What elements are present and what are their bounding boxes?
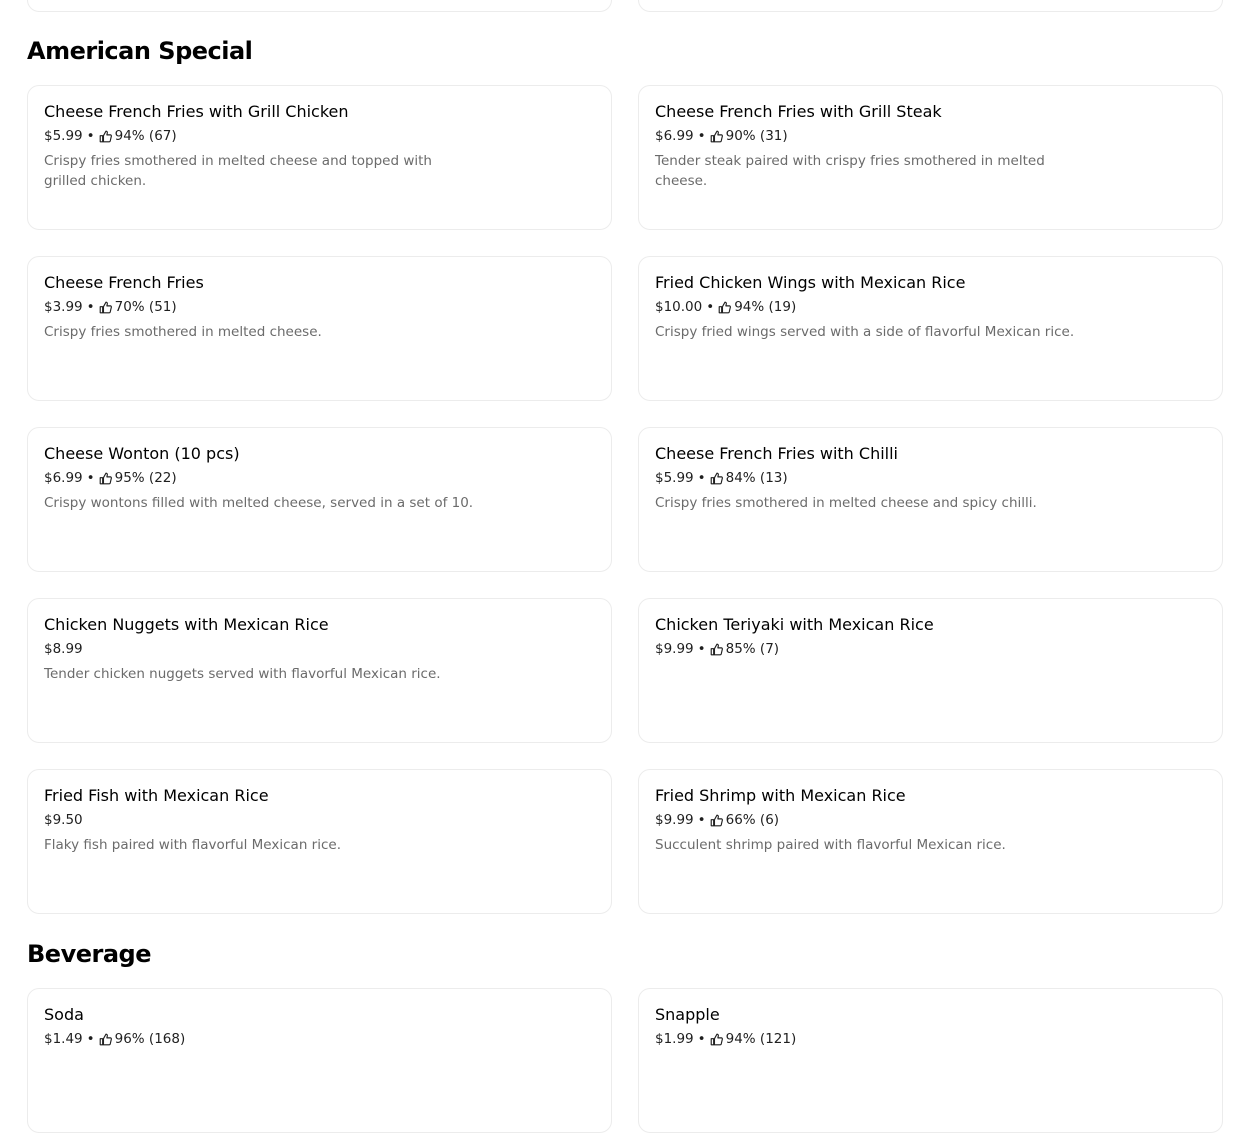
item-price: $9.99 [655, 812, 694, 828]
menu-item-card[interactable]: Cheese French Fries with Grill Steak $6.… [638, 85, 1223, 230]
item-meta: $9.99 • 66% (6) [655, 811, 1206, 829]
item-rating: 66% (6) [725, 812, 780, 828]
menu-item-card[interactable]: Chicken Nuggets with Mexican Rice $8.99 … [27, 598, 612, 743]
menu-item-card[interactable]: Cheese French Fries $3.99 • 70% (51) Cri… [27, 256, 612, 401]
thumbs-up-icon [710, 1033, 723, 1045]
menu-item-card[interactable]: Cheese French Fries with Chilli $5.99 • … [638, 427, 1223, 572]
item-price: $9.50 [44, 812, 83, 828]
separator-dot: • [86, 470, 95, 486]
thumbs-up-icon [99, 130, 112, 142]
separator-dot: • [697, 812, 706, 828]
item-price: $1.49 [44, 1031, 83, 1047]
thumbs-up-icon [710, 814, 723, 826]
item-rating: 84% (13) [725, 470, 788, 486]
menu-page: American Special Cheese French Fries wit… [0, 0, 1250, 1135]
item-name: Cheese French Fries with Grill Chicken [44, 102, 349, 121]
item-price: $5.99 [655, 470, 694, 486]
item-description: Crispy wontons filled with melted cheese… [44, 495, 474, 511]
item-meta: $1.99 • 94% (121) [655, 1030, 1206, 1048]
thumbs-up-icon [99, 472, 112, 484]
item-name: Soda [44, 1005, 84, 1024]
item-description: Crispy fries smothered in melted cheese. [44, 324, 322, 340]
menu-item-card[interactable]: Snapple $1.99 • 94% (121) [638, 988, 1223, 1133]
item-price: $6.99 [44, 470, 83, 486]
item-name: Cheese Wonton (10 pcs) [44, 444, 240, 463]
item-rating: 94% (67) [114, 128, 177, 144]
item-name: Fried Shrimp with Mexican Rice [655, 786, 906, 805]
item-meta: $5.99 • 84% (13) [655, 469, 1206, 487]
item-meta: $8.99 [44, 640, 595, 658]
item-price: $9.99 [655, 641, 694, 657]
separator-dot: • [86, 128, 95, 144]
item-meta: $6.99 • 90% (31) [655, 127, 1206, 145]
separator-dot: • [697, 470, 706, 486]
menu-item-card[interactable]: Cheese French Fries with Grill Chicken $… [27, 85, 612, 230]
item-rating: 90% (31) [725, 128, 788, 144]
item-price: $3.99 [44, 299, 83, 315]
item-description: Succulent shrimp paired with flavorful M… [655, 837, 1006, 853]
thumbs-up-icon [99, 1033, 112, 1045]
item-name: Chicken Nuggets with Mexican Rice [44, 615, 329, 634]
thumbs-up-icon [710, 130, 723, 142]
menu-item-card[interactable]: Fried Fish with Mexican Rice $9.50 Flaky… [27, 769, 612, 914]
item-rating: 94% (121) [725, 1031, 797, 1047]
item-description: Crispy fries smothered in melted cheese … [655, 495, 1037, 511]
item-price: $5.99 [44, 128, 83, 144]
separator-dot: • [697, 641, 706, 657]
item-name: Cheese French Fries with Chilli [655, 444, 898, 463]
menu-item-card[interactable]: Fried Shrimp with Mexican Rice $9.99 • 6… [638, 769, 1223, 914]
item-meta: $1.49 • 96% (168) [44, 1030, 595, 1048]
separator-dot: • [706, 299, 715, 315]
item-meta: $3.99 • 70% (51) [44, 298, 595, 316]
item-name: Snapple [655, 1005, 720, 1024]
item-name: Cheese French Fries with Grill Steak [655, 102, 942, 121]
item-description: Flaky fish paired with flavorful Mexican… [44, 837, 341, 853]
separator-dot: • [86, 299, 95, 315]
thumbs-up-icon [710, 472, 723, 484]
item-name: Fried Fish with Mexican Rice [44, 786, 269, 805]
menu-item-card[interactable]: Soda $1.49 • 96% (168) [27, 988, 612, 1133]
menu-item-card-partial[interactable] [27, 0, 612, 12]
item-meta: $10.00 • 94% (19) [655, 298, 1206, 316]
menu-item-card[interactable]: Chicken Teriyaki with Mexican Rice $9.99… [638, 598, 1223, 743]
separator-dot: • [697, 128, 706, 144]
item-description: Crispy fried wings served with a side of… [655, 324, 1075, 340]
item-meta: $9.50 [44, 811, 595, 829]
item-name: Cheese French Fries [44, 273, 204, 292]
item-price: $10.00 [655, 299, 703, 315]
item-description: Tender steak paired with crispy fries sm… [655, 153, 1045, 189]
item-description: Tender chicken nuggets served with flavo… [44, 666, 441, 682]
item-meta: $6.99 • 95% (22) [44, 469, 595, 487]
separator-dot: • [697, 1031, 706, 1047]
item-meta: $5.99 • 94% (67) [44, 127, 595, 145]
item-rating: 95% (22) [114, 470, 177, 486]
section-title-american-special: American Special [27, 37, 253, 65]
menu-item-card-partial[interactable] [638, 0, 1223, 12]
item-rating: 96% (168) [114, 1031, 186, 1047]
item-rating: 94% (19) [734, 299, 797, 315]
thumbs-up-icon [710, 643, 723, 655]
item-name: Fried Chicken Wings with Mexican Rice [655, 273, 966, 292]
menu-item-card[interactable]: Cheese Wonton (10 pcs) $6.99 • 95% (22) … [27, 427, 612, 572]
item-name: Chicken Teriyaki with Mexican Rice [655, 615, 934, 634]
item-price: $8.99 [44, 641, 83, 657]
item-rating: 70% (51) [114, 299, 177, 315]
item-rating: 85% (7) [725, 641, 780, 657]
item-price: $1.99 [655, 1031, 694, 1047]
thumbs-up-icon [99, 301, 112, 313]
item-meta: $9.99 • 85% (7) [655, 640, 1206, 658]
item-description: Crispy fries smothered in melted cheese … [44, 153, 432, 189]
thumbs-up-icon [718, 301, 732, 313]
separator-dot: • [86, 1031, 95, 1047]
item-price: $6.99 [655, 128, 694, 144]
section-title-beverage: Beverage [27, 940, 151, 968]
menu-item-card[interactable]: Fried Chicken Wings with Mexican Rice $1… [638, 256, 1223, 401]
